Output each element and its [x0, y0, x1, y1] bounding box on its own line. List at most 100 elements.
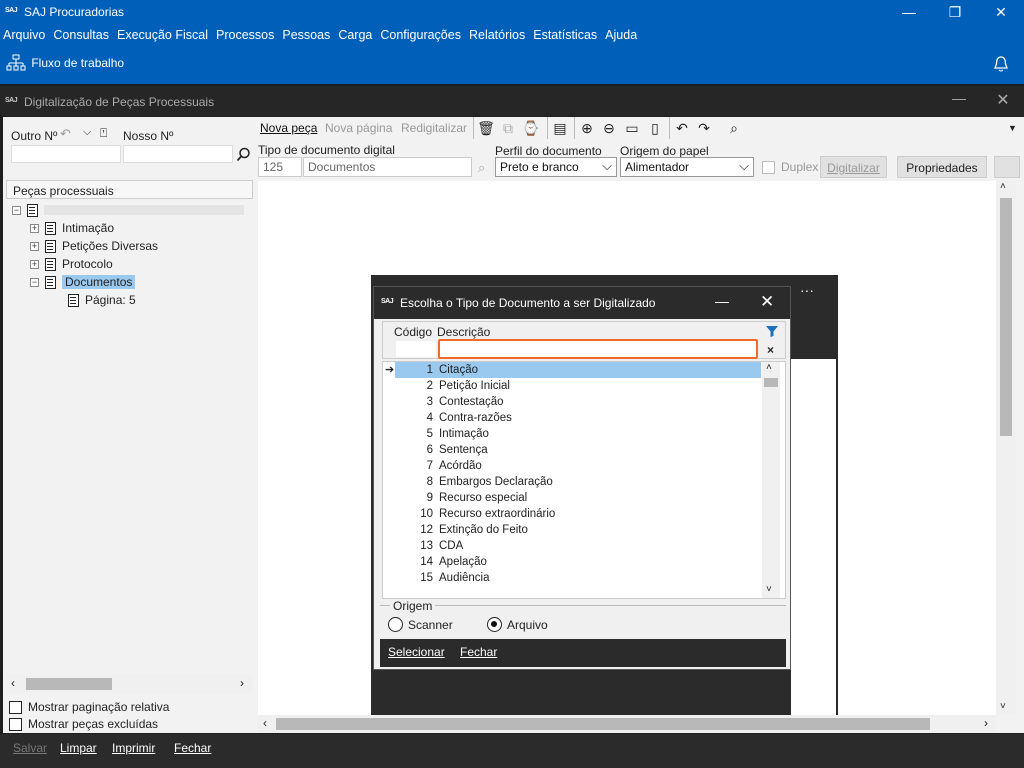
fit-page-icon[interactable]: ▯ [646, 119, 664, 137]
zoom-out-icon[interactable]: ⊖ [600, 119, 618, 137]
table-row[interactable]: 8 Embargos Declaração [395, 474, 761, 490]
find-document-icon[interactable]: ⌕ [725, 119, 743, 137]
canvas-vertical-scrollbar[interactable]: ˄ ˅ [996, 181, 1016, 715]
rescan-button[interactable]: Redigitalizar [401, 121, 467, 135]
filter-icon[interactable] [765, 324, 779, 338]
tree-item-protocolo[interactable]: + Protocolo [30, 255, 113, 273]
scroll-down-icon[interactable]: ˅ [766, 584, 772, 595]
relative-paging-option[interactable]: Mostrar paginação relativa [9, 700, 169, 714]
tree-item-documentos[interactable]: − Documentos [30, 273, 136, 291]
grid-vertical-scrollbar[interactable]: ˄ ˅ [762, 362, 780, 598]
clear-filter-icon[interactable]: × [767, 343, 774, 357]
minimize-icon[interactable]: — [886, 0, 932, 24]
menu-configuracoes[interactable]: Configurações [380, 28, 461, 42]
save-button[interactable]: Salvar [13, 741, 47, 755]
table-row[interactable]: 7 Acórdão [395, 458, 761, 474]
duplex-option[interactable]: Duplex [762, 160, 818, 174]
inner-minimize-icon[interactable]: — [944, 90, 974, 112]
table-row[interactable]: 1 Citação [395, 362, 761, 378]
print-button[interactable]: Imprimir [112, 741, 155, 755]
clock-document-icon[interactable]: ⌚ [522, 119, 540, 137]
chevron-down-icon[interactable]: ⌵ [83, 126, 91, 139]
scroll-right-icon[interactable]: › [984, 716, 988, 730]
column-desc-header[interactable]: Descrição [437, 325, 490, 339]
tree-item-peticoes[interactable]: + Petições Diversas [30, 237, 158, 255]
toolbar-overflow-icon[interactable]: ▼ [1008, 123, 1017, 133]
tree-horizontal-scrollbar[interactable]: ‹ › [6, 675, 253, 693]
nosso-input[interactable] [123, 145, 233, 163]
menu-pessoas[interactable]: Pessoas [282, 28, 330, 42]
search-icon[interactable]: ⌕ [478, 160, 485, 176]
extra-button[interactable] [994, 156, 1020, 178]
menu-arquivo[interactable]: Arquivo [3, 28, 45, 42]
menu-relatorios[interactable]: Relatórios [469, 28, 525, 42]
menu-carga[interactable]: Carga [338, 28, 372, 42]
undo-icon[interactable]: ↶ [60, 126, 71, 142]
new-page-button[interactable]: Nova página [325, 121, 392, 135]
inner-close-icon[interactable]: ✕ [988, 90, 1018, 112]
digitalize-button[interactable]: Digitalizar [820, 156, 887, 178]
table-row[interactable]: 15 Audiência [395, 570, 761, 586]
fit-width-icon[interactable]: ▭ [623, 119, 641, 137]
relative-paging-checkbox[interactable] [9, 700, 22, 714]
doc-type-code[interactable]: 125 [258, 157, 302, 177]
bookmark-icon[interactable]: ⍞ [100, 126, 107, 141]
dialog-close-button[interactable]: Fechar [460, 645, 497, 659]
tree-item-intimacao[interactable]: + Intimação [30, 219, 114, 237]
restore-icon[interactable]: ❐ [932, 0, 978, 24]
menu-consultas[interactable]: Consultas [53, 28, 109, 42]
table-row[interactable]: 4 Contra-razões [395, 410, 761, 426]
scroll-left-icon[interactable]: ‹ [263, 716, 267, 730]
table-row[interactable]: 14 Apelação [395, 554, 761, 570]
scanner-radio[interactable] [388, 617, 403, 632]
column-code-header[interactable]: Código [394, 325, 432, 339]
origin-paper-select[interactable]: Alimentador ⌵ [620, 157, 754, 177]
scrollbar-thumb[interactable] [26, 678, 112, 690]
show-deleted-option[interactable]: Mostrar peças excluídas [9, 717, 158, 731]
scrollbar-thumb[interactable] [764, 378, 778, 387]
dialog-minimize-icon[interactable]: — [715, 293, 729, 309]
table-row[interactable]: 6 Sentença [395, 442, 761, 458]
tree-item-page[interactable]: Página: 5 [68, 291, 136, 309]
table-row[interactable]: 3 Contestação [395, 394, 761, 410]
dialog-close-icon[interactable]: ✕ [760, 292, 774, 312]
tree-root[interactable]: − [12, 201, 244, 219]
scroll-left-icon[interactable]: ‹ [11, 676, 15, 690]
table-row[interactable]: 2 Petição Inicial [395, 378, 761, 394]
menu-estatisticas[interactable]: Estatísticas [533, 28, 597, 42]
workflow-button[interactable]: Fluxo de trabalho [6, 54, 124, 72]
menu-execucao-fiscal[interactable]: Execução Fiscal [117, 28, 208, 42]
scrollbar-thumb[interactable] [1000, 198, 1012, 436]
search-icon[interactable] [236, 147, 251, 162]
menu-processos[interactable]: Processos [216, 28, 274, 42]
bell-icon[interactable] [993, 55, 1009, 73]
canvas-horizontal-scrollbar[interactable]: ‹ › [258, 715, 996, 733]
copy-icon[interactable]: ⧉ [499, 119, 517, 137]
code-filter-input[interactable] [396, 341, 436, 357]
rotate-left-icon[interactable]: ↶ [673, 119, 691, 137]
new-piece-button[interactable]: Nova peça [260, 121, 317, 135]
expand-icon[interactable]: + [30, 241, 39, 251]
scroll-right-icon[interactable]: › [240, 676, 244, 690]
close-icon[interactable]: ✕ [978, 0, 1024, 24]
table-row[interactable]: 9 Recurso especial [395, 490, 761, 506]
more-icon[interactable]: ··· [800, 283, 814, 297]
show-deleted-checkbox[interactable] [9, 717, 22, 731]
table-row[interactable]: 13 CDA [395, 538, 761, 554]
zoom-in-icon[interactable]: ⊕ [578, 119, 596, 137]
description-filter-input[interactable] [438, 339, 758, 359]
collapse-icon[interactable]: − [30, 277, 39, 287]
table-row[interactable]: 10 Recurso extraordinário [395, 506, 761, 522]
rotate-right-icon[interactable]: ↷ [695, 119, 713, 137]
table-row[interactable]: 12 Extinção do Feito [395, 522, 761, 538]
scroll-up-icon[interactable]: ˄ [766, 362, 772, 373]
properties-button[interactable]: Propriedades [897, 156, 987, 178]
expand-icon[interactable]: + [30, 259, 39, 269]
clear-button[interactable]: Limpar [60, 741, 97, 755]
scanner-option[interactable]: Scanner [388, 617, 453, 632]
collapse-icon[interactable]: − [12, 205, 21, 215]
scanner-icon[interactable]: ▤ [551, 119, 569, 137]
file-radio[interactable] [487, 617, 502, 632]
outro-input[interactable] [11, 145, 121, 163]
table-row[interactable]: 5 Intimação [395, 426, 761, 442]
